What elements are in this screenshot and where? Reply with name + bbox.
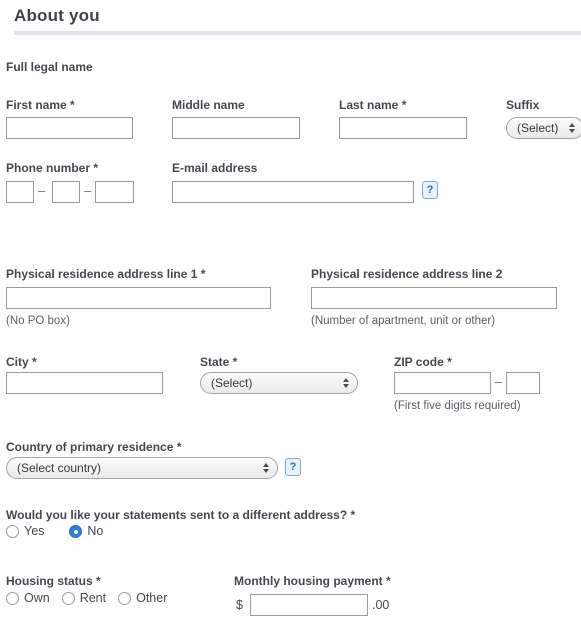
statements-option-no[interactable]: No xyxy=(69,524,103,538)
housing-option-other[interactable]: Other xyxy=(118,591,167,605)
cents-suffix: .00 xyxy=(372,598,390,612)
state-select-value: (Select) xyxy=(211,376,253,390)
first-name-input[interactable] xyxy=(6,117,133,139)
phone-area-code-input[interactable] xyxy=(6,181,34,203)
statements-option-no-label: No xyxy=(87,524,104,538)
email-help-icon[interactable]: ? xyxy=(422,181,438,199)
zip-code-input[interactable] xyxy=(394,372,491,394)
last-name-label: Last name * xyxy=(339,98,407,112)
zip-plus-four-input[interactable] xyxy=(506,372,540,394)
chevron-updown-icon xyxy=(569,123,575,133)
city-label: City * xyxy=(6,355,37,369)
address-line2-label: Physical residence address line 2 xyxy=(311,267,503,281)
housing-option-own-label: Own xyxy=(24,591,50,605)
housing-option-other-label: Other xyxy=(136,591,168,605)
monthly-housing-payment-label: Monthly housing payment * xyxy=(234,574,391,588)
chevron-updown-icon xyxy=(343,378,349,388)
address-line1-hint: (No PO box) xyxy=(6,315,70,327)
city-input[interactable] xyxy=(6,372,163,394)
monthly-housing-payment-input[interactable] xyxy=(250,594,368,616)
state-select[interactable]: (Select) xyxy=(200,372,358,394)
statements-radio-group: Yes No xyxy=(6,524,103,538)
radio-button[interactable] xyxy=(6,524,19,538)
phone-separator-2: – xyxy=(84,183,92,198)
housing-status-radio-group: Own Rent Other xyxy=(6,591,167,605)
statements-option-yes[interactable]: Yes xyxy=(6,524,44,538)
radio-button[interactable] xyxy=(6,591,19,605)
statements-option-yes-label: Yes xyxy=(24,524,45,538)
country-label: Country of primary residence * xyxy=(6,440,182,454)
email-address-label: E-mail address xyxy=(172,161,258,175)
radio-button[interactable] xyxy=(118,591,132,605)
housing-option-own[interactable]: Own xyxy=(6,591,50,605)
zip-separator: – xyxy=(495,374,503,389)
zip-code-label: ZIP code * xyxy=(394,355,452,369)
address-line2-hint: (Number of apartment, unit or other) xyxy=(311,315,496,327)
country-select-value: (Select country) xyxy=(17,461,102,475)
address-line1-label: Physical residence address line 1 * xyxy=(6,267,206,281)
country-help-icon[interactable]: ? xyxy=(285,458,301,476)
group-label-full-legal-name: Full legal name xyxy=(6,60,93,74)
suffix-select[interactable]: (Select) xyxy=(506,117,581,139)
last-name-input[interactable] xyxy=(339,117,467,139)
page-title: About you xyxy=(14,6,100,25)
state-label: State * xyxy=(200,355,238,369)
radio-button-selected[interactable] xyxy=(69,524,83,538)
suffix-select-value: (Select) xyxy=(517,121,559,135)
address-line2-input[interactable] xyxy=(311,287,557,309)
email-address-input[interactable] xyxy=(172,181,414,203)
housing-option-rent-label: Rent xyxy=(79,591,107,605)
housing-status-label: Housing status * xyxy=(6,574,101,588)
zip-code-hint: (First five digits required) xyxy=(394,400,521,412)
phone-separator-1: – xyxy=(38,183,46,198)
chevron-updown-icon xyxy=(263,463,269,473)
housing-option-rent[interactable]: Rent xyxy=(61,591,107,605)
radio-button[interactable] xyxy=(61,591,75,605)
about-you-form: About you Full legal name First name * M… xyxy=(0,0,581,622)
statements-question-label: Would you like your statements sent to a… xyxy=(6,508,356,522)
middle-name-label: Middle name xyxy=(172,98,245,112)
suffix-label: Suffix xyxy=(506,98,540,112)
currency-symbol: $ xyxy=(236,598,243,612)
title-divider xyxy=(14,31,581,35)
country-select[interactable]: (Select country) xyxy=(6,457,278,479)
address-line1-input[interactable] xyxy=(6,287,271,309)
phone-prefix-input[interactable] xyxy=(52,181,80,203)
phone-line-number-input[interactable] xyxy=(95,181,134,203)
middle-name-input[interactable] xyxy=(172,117,300,139)
first-name-label: First name * xyxy=(6,98,75,112)
phone-number-label: Phone number * xyxy=(6,161,99,175)
